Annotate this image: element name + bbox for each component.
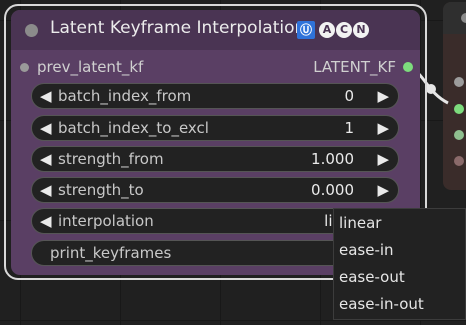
widget-batch-index-from[interactable]: ◀ batch_index_from 0 ▶ <box>31 83 399 109</box>
menu-item-ease-in-out[interactable]: ease-in-out <box>339 295 424 313</box>
widget-value[interactable]: 1.000 <box>311 150 354 168</box>
widget-value[interactable]: 0 <box>344 87 354 105</box>
node-title-bar[interactable]: Latent Keyframe Interpolation Ⓤ A C N <box>11 10 420 50</box>
widget-value[interactable]: 0.000 <box>311 181 354 199</box>
widget-label: batch_index_to_excl <box>58 119 209 137</box>
input-label: prev_latent_kf <box>37 58 144 76</box>
widget-label: strength_from <box>58 150 164 168</box>
source-badge-icon: Ⓤ <box>297 21 315 39</box>
decrement-arrow-icon[interactable]: ◀ <box>40 118 52 138</box>
menu-item-linear[interactable]: linear <box>339 214 381 232</box>
adjacent-node-title-dot <box>461 13 466 23</box>
badge-a-icon: A <box>319 22 335 38</box>
node-title: Latent Keyframe Interpolation <box>50 18 306 38</box>
previous-option-arrow-icon[interactable]: ◀ <box>40 211 52 231</box>
output-slot-dot[interactable] <box>403 62 413 72</box>
adjacent-node-input-slot[interactable] <box>454 130 464 140</box>
adjacent-node-input-slot[interactable] <box>454 156 464 166</box>
increment-arrow-icon[interactable]: ▶ <box>377 149 389 169</box>
widget-label: interpolation <box>58 212 154 230</box>
input-slot-dot[interactable] <box>20 63 29 72</box>
button-label: print_keyframes <box>50 244 172 262</box>
increment-arrow-icon[interactable]: ▶ <box>377 118 389 138</box>
menu-item-ease-out[interactable]: ease-out <box>339 268 405 286</box>
decrement-arrow-icon[interactable]: ◀ <box>40 149 52 169</box>
decrement-arrow-icon[interactable]: ◀ <box>40 180 52 200</box>
widget-label: strength_to <box>58 181 144 199</box>
widget-strength-to[interactable]: ◀ strength_to 0.000 ▶ <box>31 177 399 203</box>
output-label: LATENT_KF <box>313 58 396 76</box>
widget-strength-from[interactable]: ◀ strength_from 1.000 ▶ <box>31 146 399 172</box>
badge-n-icon: N <box>353 22 369 38</box>
widget-value[interactable]: 1 <box>344 119 354 137</box>
decrement-arrow-icon[interactable]: ◀ <box>40 86 52 106</box>
widget-label: batch_index_from <box>58 87 192 105</box>
interpolation-dropdown-menu[interactable]: linear ease-in ease-out ease-in-out <box>333 208 466 320</box>
menu-item-ease-in[interactable]: ease-in <box>339 241 394 259</box>
increment-arrow-icon[interactable]: ▶ <box>377 180 389 200</box>
increment-arrow-icon[interactable]: ▶ <box>377 86 389 106</box>
collapse-dot-icon[interactable] <box>25 24 38 37</box>
badge-c-icon: C <box>336 22 352 38</box>
widget-batch-index-to-excl[interactable]: ◀ batch_index_to_excl 1 ▶ <box>31 115 399 141</box>
io-row: prev_latent_kf LATENT_KF <box>11 54 420 80</box>
